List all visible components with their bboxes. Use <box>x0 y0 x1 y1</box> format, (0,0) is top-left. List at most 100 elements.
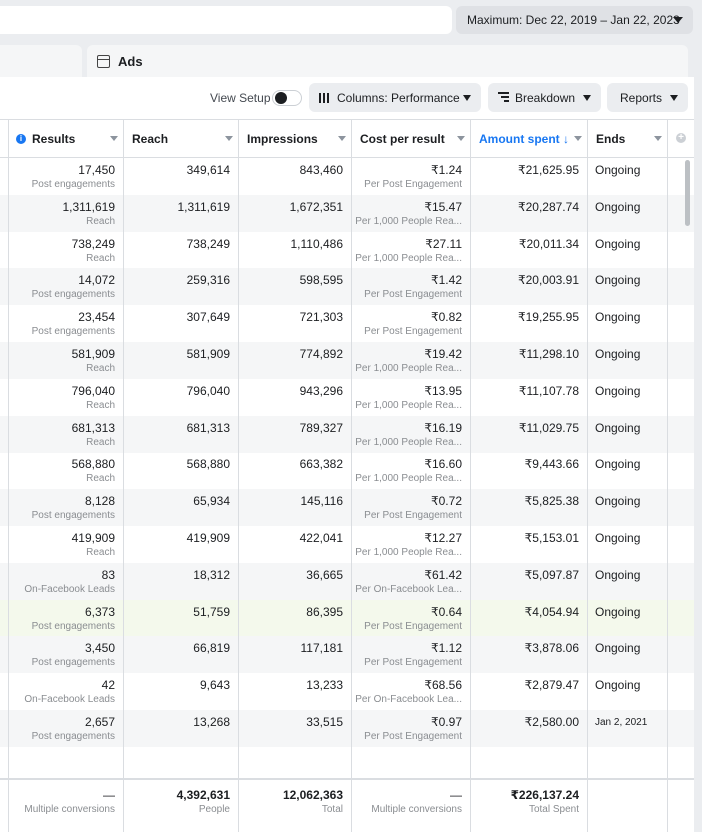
sort-caret-icon <box>225 136 233 141</box>
table-row[interactable]: 581,909 Reach 581,909 774,892 ₹19.42 Per 1,00… <box>0 342 694 379</box>
table-row[interactable]: 14,072 Post engagements 259,316 598,595 ₹1.4… <box>0 268 694 306</box>
column-header-ends-label: Ends <box>596 131 626 146</box>
cell-impressions-value: 721,303 <box>299 310 343 325</box>
cell-cpr-subtext: Per Post Engagement <box>364 326 462 338</box>
cell-cpr: ₹1.12 Per Post Engagement <box>351 636 470 673</box>
cell-results-subtext: Reach <box>86 473 115 485</box>
cell-spent: ₹20,011.34 <box>470 232 587 269</box>
column-header-reach[interactable]: Reach <box>123 120 238 157</box>
campaigns-tab[interactable] <box>0 45 82 77</box>
table-row[interactable]: 796,040 Reach 796,040 943,296 ₹13.95 Per 1,00… <box>0 379 694 416</box>
table-row[interactable]: 3,450 Post engagements 66,819 117,181 ₹1.12 P… <box>0 636 694 674</box>
cell-ends-value: Ongoing <box>595 383 641 398</box>
column-header-results[interactable]: i Results <box>8 120 123 157</box>
cell-reach-value: 51,759 <box>193 604 230 619</box>
window-edge <box>694 77 702 789</box>
cell-spent-value: ₹11,298.10 <box>518 347 579 361</box>
column-header-impressions[interactable]: Impressions <box>238 120 351 157</box>
cell-spent: ₹3,878.06 <box>470 636 587 673</box>
tab-ads[interactable]: Ads <box>87 45 688 77</box>
column-header-ends[interactable]: Ends <box>587 120 667 157</box>
cell-cpr: ₹16.60 Per 1,000 People Rea... <box>351 452 470 489</box>
table-row[interactable]: 681,313 Reach 681,313 789,327 ₹16.19 Per 1,00… <box>0 415 694 453</box>
cell-cpr-value: ₹1.12 <box>431 641 462 656</box>
cell-reach-value: 738,249 <box>186 236 230 251</box>
cell-impressions: 145,116 <box>238 489 351 526</box>
cell-spent: ₹5,097.87 <box>470 563 587 600</box>
table-row[interactable]: 8,128 Post engagements 65,934 145,116 ₹0.72 P… <box>0 489 694 527</box>
columns-label: Columns: Performance <box>337 90 460 105</box>
cell-cpr-subtext: Per Post Engagement <box>364 179 462 190</box>
column-header-cost-per-result[interactable]: Cost per result <box>351 120 470 157</box>
vertical-scrollbar[interactable] <box>685 160 690 226</box>
cell-cpr-value: ₹0.82 <box>431 310 462 325</box>
table-row[interactable]: 23,454 Post engagements 307,649 721,303 ₹0.8… <box>0 305 694 342</box>
cell-impressions-value: 663,382 <box>299 457 343 472</box>
table-row[interactable]: 42 On-Facebook Leads 9,643 13,233 ₹68.56 Per … <box>0 673 694 710</box>
chevron-down-icon <box>583 95 591 101</box>
cell-impressions-value: 843,460 <box>299 163 343 177</box>
cell-impressions-value: 422,041 <box>299 531 343 545</box>
cell-spent-value: ₹9,443.66 <box>524 457 579 472</box>
total-spent-value: ₹226,137.24 <box>510 788 579 802</box>
columns-button[interactable]: Columns: Performance <box>309 83 481 112</box>
cell-reach-value: 65,934 <box>193 494 230 509</box>
cell-impressions: 33,515 <box>238 710 351 747</box>
cell-results-value: 1,311,619 <box>62 199 116 214</box>
cell-spent-value: ₹20,011.34 <box>518 236 579 251</box>
cell-cpr-subtext: Per On-Facebook Lea... <box>355 694 462 706</box>
cell-results: 738,249 Reach <box>8 232 123 269</box>
cell-reach: 796,040 <box>123 379 238 416</box>
table-row[interactable]: 738,249 Reach 738,249 1,110,486 ₹27.11 Per 1,… <box>0 232 694 269</box>
cell-cpr-subtext: Per On-Facebook Lea... <box>355 583 462 595</box>
cell-results-value: 568,880 <box>71 457 115 472</box>
cell-ends: Ongoing <box>587 489 667 526</box>
cell-spent: ₹2,580.00 <box>470 710 587 747</box>
cell-cpr-subtext: Per 1,000 People Rea... <box>355 215 462 227</box>
column-header-partial[interactable] <box>0 120 8 157</box>
cell-ends-value: Ongoing <box>595 273 641 288</box>
cell-results: 23,454 Post engagements <box>8 305 123 342</box>
cell-cpr-value: ₹0.72 <box>431 494 462 509</box>
column-header-impressions-label: Impressions <box>247 131 318 146</box>
cell-results-subtext: Post engagements <box>31 510 115 522</box>
cell-impressions-value: 1,110,486 <box>290 236 344 251</box>
cell-results-value: 42 <box>101 678 115 693</box>
info-icon[interactable]: i <box>16 133 26 144</box>
cell-impressions: 422,041 <box>238 526 351 563</box>
cell-impressions: 13,233 <box>238 673 351 710</box>
top-bar: Maximum: Dec 22, 2019 – Jan 22, 2023 <box>0 0 702 42</box>
cell-results-subtext: Reach <box>86 547 115 558</box>
table-row[interactable]: 6,373 Post engagements 51,759 86,395 ₹0.64 Pe… <box>0 599 694 637</box>
cell-cpr-value: ₹1.24 <box>431 163 462 177</box>
cell-reach: 419,909 <box>123 526 238 563</box>
cell-reach-value: 18,312 <box>193 567 230 582</box>
cell-spent-value: ₹11,029.75 <box>518 420 579 435</box>
cell-spent-value: ₹2,879.47 <box>524 678 579 693</box>
cell-cpr-value: ₹61.42 <box>424 567 462 582</box>
date-range-button[interactable]: Maximum: Dec 22, 2019 – Jan 22, 2023 <box>456 6 693 34</box>
table-row[interactable]: 419,909 Reach 419,909 422,041 ₹12.27 Per 1,00… <box>0 526 694 563</box>
cell-results: 796,040 Reach <box>8 379 123 416</box>
table-row[interactable]: 17,450 Post engagements 349,614 843,460 ₹1.2… <box>0 158 694 195</box>
table-row[interactable]: 2,657 Post engagements 13,268 33,515 ₹0.97 Pe… <box>0 710 694 747</box>
cell-cpr-value: ₹68.56 <box>424 678 462 693</box>
breakdown-button[interactable]: Breakdown <box>488 83 601 112</box>
add-column-icon[interactable]: + <box>676 133 686 143</box>
table-row[interactable]: 83 On-Facebook Leads 18,312 36,665 ₹61.42 Per… <box>0 562 694 600</box>
cell-cpr: ₹0.64 Per Post Engagement <box>351 600 470 637</box>
search-bar[interactable] <box>0 6 452 34</box>
table-row[interactable]: 568,880 Reach 568,880 663,382 ₹16.60 Per 1,00… <box>0 452 694 489</box>
cell-results-value: 83 <box>101 567 115 582</box>
table-row[interactable]: 1,311,619 Reach 1,311,619 1,672,351 ₹15.47 Pe… <box>0 194 694 232</box>
cell-ends: Ongoing <box>587 305 667 342</box>
cell-reach: 581,909 <box>123 342 238 379</box>
cell-reach-value: 66,819 <box>193 641 230 656</box>
cell-reach: 65,934 <box>123 489 238 526</box>
view-setup-toggle[interactable] <box>272 90 302 106</box>
reports-button[interactable]: Reports <box>607 83 688 112</box>
cell-ends-value: Ongoing <box>595 310 641 325</box>
column-header-amount-spent[interactable]: Amount spent ↓ <box>470 120 587 157</box>
cell-reach-value: 1,311,619 <box>177 199 231 214</box>
cell-ends-value: Ongoing <box>595 163 641 177</box>
